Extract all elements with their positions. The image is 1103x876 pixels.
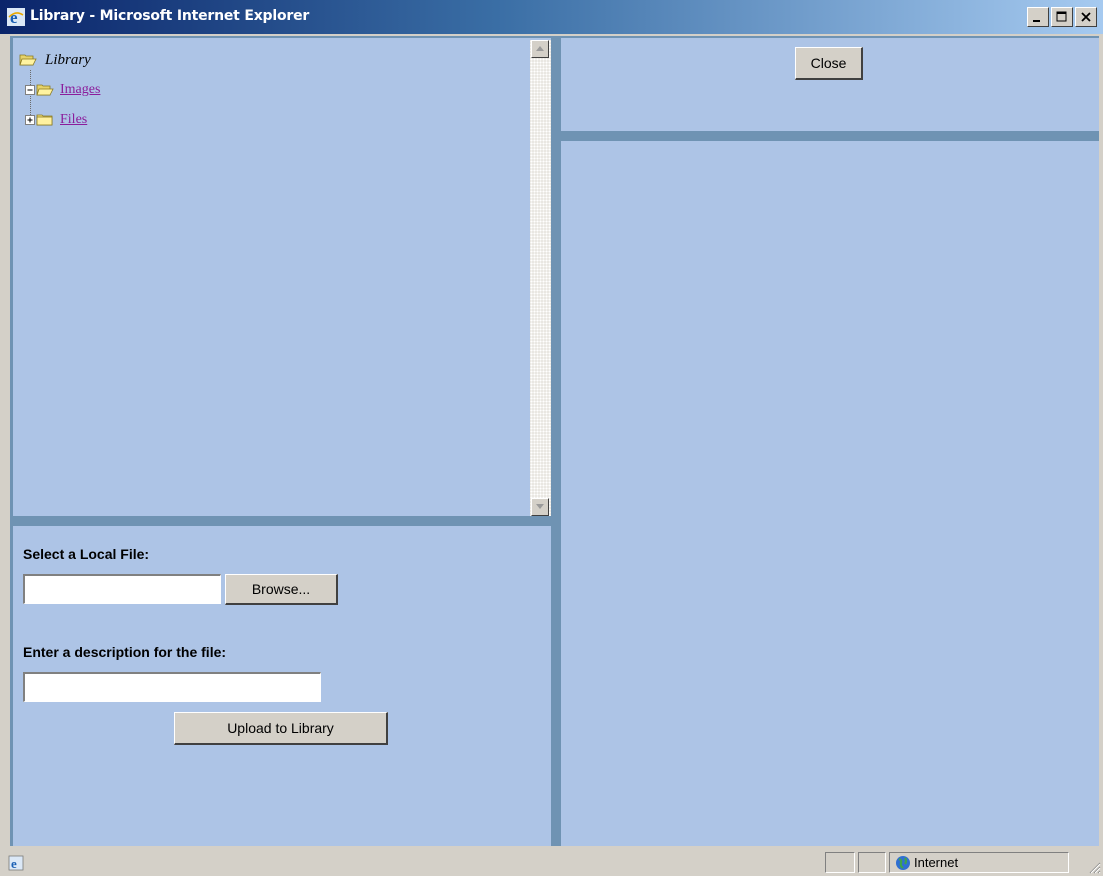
status-zone-label: Internet <box>914 855 959 870</box>
tree-link-files[interactable]: Files <box>60 112 87 128</box>
preview-frame <box>561 141 1099 846</box>
tree-link-images[interactable]: Images <box>60 82 100 98</box>
maximize-icon <box>1056 11 1067 22</box>
status-cell-secure <box>858 852 886 873</box>
folder-icon <box>36 114 53 126</box>
description-input[interactable] <box>23 672 321 702</box>
file-path-input[interactable] <box>23 574 221 604</box>
upload-frame: Select a Local File: Browse... Enter a d… <box>13 526 551 846</box>
library-tree-frame: Library Images Files <box>13 38 551 516</box>
globe-icon <box>896 856 910 870</box>
arrow-up-icon <box>536 46 544 51</box>
svg-text:e: e <box>10 8 18 26</box>
close-button[interactable]: Close <box>795 47 863 80</box>
toolbar-frame: Close <box>561 38 1099 131</box>
tree-item-files[interactable]: Files <box>25 110 87 130</box>
maximize-button[interactable] <box>1051 7 1073 27</box>
status-bar: e Internet <box>0 849 1103 876</box>
tree-root-label: Library <box>45 51 91 68</box>
close-icon <box>1081 12 1091 22</box>
scroll-up-button[interactable] <box>531 40 549 58</box>
status-zone: Internet <box>889 852 1069 873</box>
minimize-button[interactable] <box>1027 7 1049 27</box>
title-bar[interactable]: e Library - Microsoft Internet Explorer <box>0 0 1103 34</box>
tree-scrollbar[interactable] <box>530 40 551 516</box>
tree-item-images[interactable]: Images <box>25 80 100 100</box>
arrow-down-icon <box>536 504 544 509</box>
upload-button[interactable]: Upload to Library <box>174 712 388 745</box>
collapse-minus-icon[interactable] <box>25 85 35 95</box>
ie-logo-icon: e <box>7 8 25 26</box>
description-label: Enter a description for the file: <box>23 644 227 660</box>
tree-root: Library <box>19 50 91 70</box>
window-controls <box>1025 7 1097 29</box>
local-file-label: Select a Local File: <box>23 546 150 562</box>
open-folder-icon <box>36 84 54 96</box>
frameset: Library Images Files Select a Local File… <box>10 36 1099 846</box>
close-window-button[interactable] <box>1075 7 1097 27</box>
browse-button[interactable]: Browse... <box>225 574 338 605</box>
expand-plus-icon[interactable] <box>25 115 35 125</box>
scroll-down-button[interactable] <box>531 498 549 516</box>
status-text-cell <box>2 852 822 873</box>
window-title: Library - Microsoft Internet Explorer <box>30 8 310 24</box>
resize-grip-icon[interactable] <box>1087 860 1101 874</box>
status-cell-progress <box>825 852 855 873</box>
minimize-icon <box>1033 20 1040 22</box>
browser-window: e Library - Microsoft Internet Explorer <box>0 0 1103 876</box>
open-folder-icon <box>19 54 37 66</box>
